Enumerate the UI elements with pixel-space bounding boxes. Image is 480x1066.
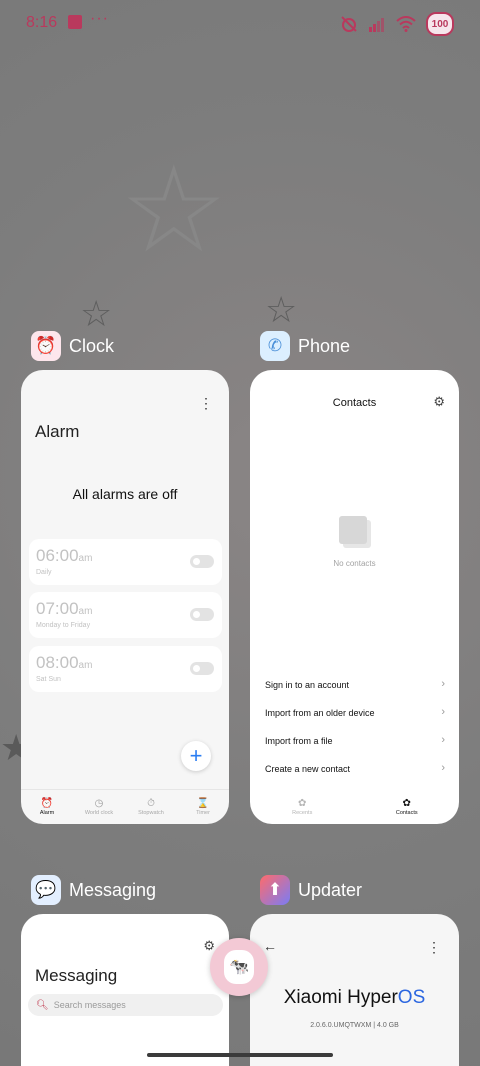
brand-title: Xiaomi HyperOS bbox=[283, 987, 426, 1008]
tab-world-clock[interactable]: ◷ World clock bbox=[73, 790, 125, 824]
tab-contacts[interactable]: ✿ Contacts bbox=[355, 790, 460, 824]
phone-app-card[interactable]: Contacts ⚙ No contacts Sign in to an acc… bbox=[250, 370, 459, 824]
more-notifications-icon: ··· bbox=[90, 10, 109, 27]
status-icons: 100 bbox=[340, 12, 454, 36]
alarm-repeat: Sat Sun bbox=[36, 676, 61, 683]
chevron-right-icon: › bbox=[441, 762, 445, 774]
app-title: Phone bbox=[298, 335, 351, 356]
app-header-updater[interactable]: ⬆ Updater bbox=[260, 875, 362, 905]
world-clock-icon: ◷ bbox=[94, 798, 104, 809]
star-doodle-icon: ☆ bbox=[80, 293, 113, 334]
alarm-time: 08:00am bbox=[36, 653, 93, 672]
messaging-app-card[interactable]: ⚙ Messaging 🔍︎ Search messages bbox=[21, 914, 229, 1066]
sign-in-option[interactable]: Sign in to an account › bbox=[265, 678, 445, 691]
empty-message: No contacts bbox=[333, 559, 376, 568]
app-title: Updater bbox=[298, 879, 363, 900]
tab-recents[interactable]: ✿ Recents bbox=[250, 790, 355, 824]
stopwatch-icon: ⏱ bbox=[147, 798, 155, 809]
wifi-icon bbox=[396, 16, 416, 32]
alarm-clock-icon: ⏰ bbox=[31, 331, 61, 361]
chevron-right-icon: › bbox=[441, 734, 445, 746]
home-indicator[interactable] bbox=[147, 1053, 333, 1057]
search-input[interactable]: 🔍︎ Search messages bbox=[28, 994, 223, 1016]
alarm-time: 06:00am bbox=[36, 546, 93, 565]
phone-icon: ✆ bbox=[260, 331, 290, 361]
alarms-status: All alarms are off bbox=[72, 486, 178, 502]
back-arrow-icon[interactable]: ← bbox=[263, 938, 277, 954]
empty-contacts-icon bbox=[339, 516, 371, 548]
chevron-right-icon: › bbox=[441, 706, 445, 718]
page-title: Messaging bbox=[35, 966, 118, 985]
add-alarm-button[interactable]: + bbox=[181, 741, 211, 771]
tab-stopwatch[interactable]: ⏱ Stopwatch bbox=[125, 790, 177, 824]
more-options-icon[interactable]: ⋮ bbox=[427, 940, 441, 954]
alarm-item[interactable]: 08:00am Sat Sun bbox=[29, 646, 222, 692]
alarm-item[interactable]: 06:00am Daily bbox=[29, 539, 222, 585]
app-header-clock[interactable]: ⏰ Clock bbox=[31, 331, 114, 361]
hourglass-icon: ⌛ bbox=[196, 798, 210, 809]
chevron-right-icon: › bbox=[441, 678, 445, 690]
recents-icon: ✿ bbox=[298, 798, 307, 809]
clock-app-card[interactable]: ⋮ Alarm All alarms are off 06:00am Daily… bbox=[21, 370, 229, 824]
chat-bubble-icon: 💬 bbox=[31, 875, 61, 905]
version-info: 2.0.6.0.UMQTWXM | 4.0 GB bbox=[310, 1022, 399, 1029]
app-title: Messaging bbox=[69, 879, 157, 900]
alarm-off-icon bbox=[341, 16, 357, 32]
phone-tab-bar: ✿ Recents ✿ Contacts bbox=[250, 790, 459, 824]
page-title: Contacts bbox=[332, 397, 377, 409]
import-file-option[interactable]: Import from a file › bbox=[265, 734, 445, 747]
app-title: Clock bbox=[69, 335, 115, 356]
tab-alarm[interactable]: ⏰ Alarm bbox=[21, 790, 73, 824]
tab-timer[interactable]: ⌛ Timer bbox=[177, 790, 229, 824]
alarm-repeat: Daily bbox=[36, 569, 52, 576]
signal-icon bbox=[369, 18, 384, 32]
star-doodle-icon: ☆ bbox=[265, 289, 298, 330]
cow-mascot-icon: 🐄 bbox=[224, 950, 254, 984]
status-bar: 8:16 ··· 100 bbox=[0, 0, 480, 48]
floating-bubble[interactable]: 🐄 bbox=[210, 938, 268, 996]
contacts-icon: ✿ bbox=[402, 798, 411, 809]
page-title: Alarm bbox=[35, 422, 80, 441]
update-arrow-icon: ⬆ bbox=[260, 875, 290, 905]
create-contact-option[interactable]: Create a new contact › bbox=[265, 762, 445, 775]
alarm-repeat: Monday to Friday bbox=[36, 622, 91, 629]
gear-icon[interactable]: ⚙ bbox=[433, 394, 445, 410]
app-header-messaging[interactable]: 💬 Messaging bbox=[31, 875, 156, 905]
battery-icon: 100 bbox=[426, 12, 454, 36]
status-time: 8:16 bbox=[26, 14, 58, 31]
alarm-toggle[interactable] bbox=[190, 555, 214, 568]
app-header-phone[interactable]: ✆ Phone bbox=[260, 331, 350, 361]
more-options-icon[interactable]: ⋮ bbox=[199, 396, 213, 410]
notification-icon bbox=[68, 15, 82, 29]
search-icon: 🔍︎ bbox=[36, 999, 49, 1011]
alarm-item[interactable]: 07:00am Monday to Friday bbox=[29, 592, 222, 638]
alarm-time: 07:00am bbox=[36, 599, 93, 618]
alarm-icon: ⏰ bbox=[40, 798, 54, 809]
alarm-toggle[interactable] bbox=[190, 662, 214, 675]
import-older-device-option[interactable]: Import from an older device › bbox=[265, 706, 445, 719]
updater-app-card[interactable]: ← ⋮ Xiaomi HyperOS 2.0.6.0.UMQTWXM | 4.0… bbox=[250, 914, 459, 1066]
alarm-toggle[interactable] bbox=[190, 608, 214, 621]
star-doodle-icon: ☆ bbox=[120, 143, 228, 277]
clock-tab-bar: ⏰ Alarm ◷ World clock ⏱ Stopwatch ⌛ Time… bbox=[21, 789, 229, 824]
